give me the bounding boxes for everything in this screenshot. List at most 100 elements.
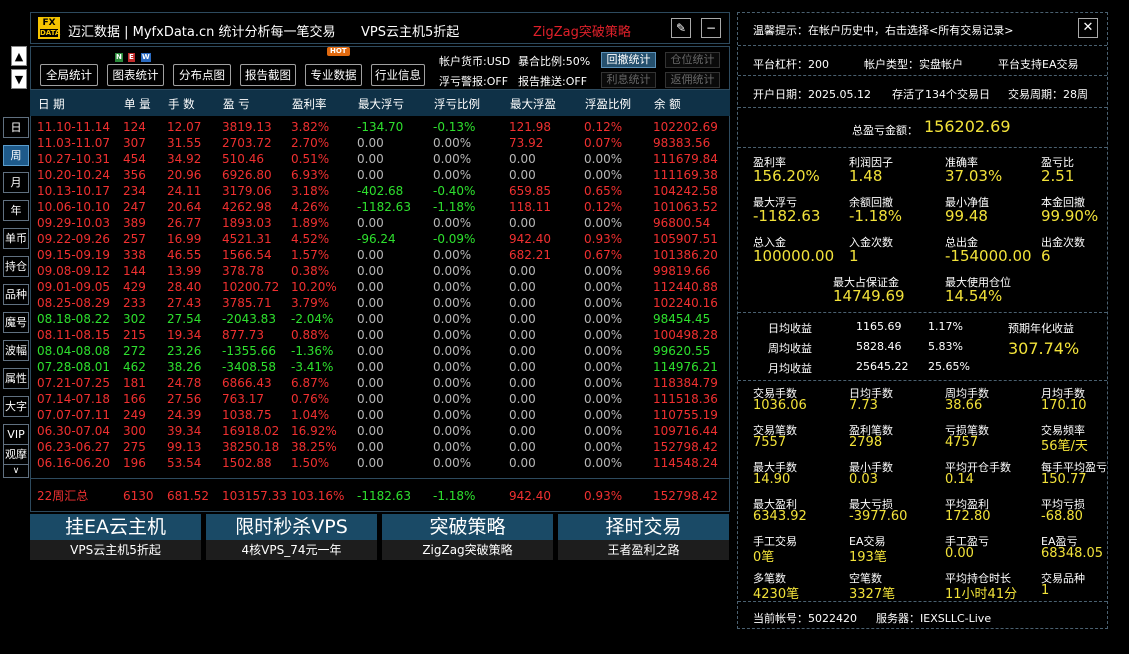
scatter-plot-button[interactable]: 分布点图 xyxy=(173,64,231,86)
table-row[interactable]: 06.16-06.20 196 53.54 1502.88 1.50% 0.00 0.00%… xyxy=(31,455,731,471)
table-cell: 09.08-09.12 xyxy=(37,264,111,278)
stat-value: 14.90 xyxy=(753,472,791,487)
side-btn-4[interactable]: 单币 xyxy=(3,228,29,249)
close-icon[interactable]: ✕ xyxy=(1078,18,1098,38)
column-header[interactable]: 浮亏比例 xyxy=(434,96,480,112)
table-cell: 111518.36 xyxy=(653,392,718,406)
vps-host-ad[interactable]: 挂EA云主机 VPS云主机5折起 xyxy=(30,514,201,560)
table-row[interactable]: 07.14-07.18 166 27.56 763.17 0.76% 0.00 0.00% 0… xyxy=(31,391,731,407)
table-cell: 0.00% xyxy=(584,216,623,230)
column-header[interactable]: 余 额 xyxy=(654,96,681,112)
stat-value: 3327笔 xyxy=(849,587,896,602)
ad-title[interactable]: 限时秒杀VPS xyxy=(206,514,377,540)
stat-value: 1036.06 xyxy=(753,398,807,413)
table-cell: 09.29-10.03 xyxy=(37,216,111,230)
side-more-button[interactable]: ∨ xyxy=(3,464,29,478)
column-header[interactable]: 盈 亏 xyxy=(223,96,250,112)
table-row[interactable]: 08.18-08.22 302 27.54 -2043.83 -2.04% 0.00 0.0… xyxy=(31,311,731,327)
table-cell: 682.21 xyxy=(509,248,551,262)
ad-subtitle[interactable]: ZigZag突破策略 xyxy=(382,540,553,560)
drawdown-stats-button[interactable]: 回撤统计 xyxy=(601,52,656,68)
table-cell: 98454.45 xyxy=(653,312,711,326)
table-cell: 0.00 xyxy=(357,392,384,406)
side-btn-8[interactable]: 波幅 xyxy=(3,340,29,361)
side-btn-3[interactable]: 年 xyxy=(3,200,29,221)
edit-icon[interactable]: ✎ xyxy=(671,18,691,38)
table-cell: 19.34 xyxy=(167,328,202,342)
pro-data-button[interactable]: 专业数据 xyxy=(305,64,362,86)
ad-title[interactable]: 择时交易 xyxy=(558,514,729,540)
ad-title[interactable]: 挂EA云主机 xyxy=(30,514,201,540)
table-row[interactable]: 10.27-10.31 454 34.92 510.46 0.51% 0.00 0.00% 0… xyxy=(31,151,731,167)
ad-subtitle[interactable]: 王者盈利之路 xyxy=(558,540,729,560)
side-btn-12[interactable]: 观摩 xyxy=(3,444,29,465)
table-cell: 1.04% xyxy=(291,408,330,422)
table-row[interactable]: 09.22-09.26 257 16.99 4521.31 4.52% -96.24 -0.… xyxy=(31,231,731,247)
position-stats-button[interactable]: 仓位统计 xyxy=(665,52,720,68)
global-stats-button[interactable]: 全局统计 xyxy=(40,64,98,86)
table-row[interactable]: 10.13-10.17 234 24.11 3179.06 3.18% -402.68 -0… xyxy=(31,183,731,199)
table-row[interactable]: 11.03-11.07 307 31.55 2703.72 2.70% 0.00 0.00%… xyxy=(31,135,731,151)
table-row[interactable]: 11.10-11.14 124 12.07 3819.13 3.82% -134.70 -0… xyxy=(31,119,731,135)
chart-stats-button[interactable]: 图表统计 xyxy=(107,64,164,86)
rebate-stats-button[interactable]: 返佣统计 xyxy=(665,72,720,88)
table-cell: 307 xyxy=(123,136,146,150)
table-cell: 0.93% xyxy=(584,232,623,246)
table-row[interactable]: 10.20-10.24 356 20.96 6926.80 6.93% 0.00 0.00%… xyxy=(31,167,731,183)
table-row[interactable]: 09.01-09.05 429 28.40 10200.72 10.20% 0.00 0.0… xyxy=(31,279,731,295)
return-amount: 1165.69 xyxy=(856,320,902,333)
side-btn-2[interactable]: 月 xyxy=(3,172,29,193)
side-btn-0[interactable]: 日 xyxy=(3,117,29,138)
main-window: FX DATA 迈汇数据 | MyfxData.cn 统计分析每一笔交易 VPS… xyxy=(30,12,730,560)
table-row[interactable]: 08.25-08.29 233 27.43 3785.71 3.79% 0.00 0.00%… xyxy=(31,295,731,311)
table-row[interactable]: 08.04-08.08 272 23.26 -1355.66 -1.36% 0.00 0.0… xyxy=(31,343,731,359)
return-label: 日均收益 xyxy=(768,322,812,335)
table-cell: 27.43 xyxy=(167,296,202,310)
vps-promo-link[interactable]: VPS云主机5折起 xyxy=(361,21,459,40)
side-btn-5[interactable]: 持仓 xyxy=(3,256,29,277)
ad-subtitle[interactable]: 4核VPS_74元一年 xyxy=(206,540,377,560)
ad-title[interactable]: 突破策略 xyxy=(382,514,553,540)
table-row[interactable]: 09.15-09.19 338 46.55 1566.54 1.57% 0.00 0.00%… xyxy=(31,247,731,263)
table-cell: 0.00 xyxy=(509,408,536,422)
table-row[interactable]: 08.11-08.15 215 19.34 877.73 0.88% 0.00 0.00% 0… xyxy=(31,327,731,343)
flash-sale-vps-ad[interactable]: 限时秒杀VPS 4核VPS_74元一年 xyxy=(206,514,377,560)
exposure-ratio: 暴合比例:50% xyxy=(518,55,591,68)
table-cell: 338 xyxy=(123,248,146,262)
margin-value: 14.54% xyxy=(945,287,1003,305)
breakout-strategy-ad[interactable]: 突破策略 ZigZag突破策略 xyxy=(382,514,553,560)
table-cell: 0.00% xyxy=(584,408,623,422)
scroll-down-button[interactable]: ▼ xyxy=(11,69,27,89)
zigzag-promo-link[interactable]: ZigZag突破策略 xyxy=(533,21,631,40)
side-btn-7[interactable]: 魔号 xyxy=(3,312,29,333)
column-header[interactable]: 日 期 xyxy=(38,96,65,112)
table-row[interactable]: 10.06-10.10 247 20.64 4262.98 4.26% -1182.63 -… xyxy=(31,199,731,215)
column-header[interactable]: 盈利率 xyxy=(292,96,327,112)
column-header[interactable]: 浮盈比例 xyxy=(585,96,631,112)
interest-stats-button[interactable]: 利息统计 xyxy=(601,72,656,88)
table-row[interactable]: 06.23-06.27 275 99.13 38250.18 38.25% 0.00 0.0… xyxy=(31,439,731,455)
table-row[interactable]: 07.28-08.01 462 38.26 -3408.58 -3.41% 0.00 0.0… xyxy=(31,359,731,375)
scroll-up-button[interactable]: ▲ xyxy=(11,46,27,66)
side-btn-9[interactable]: 属性 xyxy=(3,368,29,389)
weekly-table-body: 11.10-11.14 124 12.07 3819.13 3.82% -134.70 -0… xyxy=(30,116,730,478)
side-btn-10[interactable]: 大字 xyxy=(3,396,29,417)
column-header[interactable]: 单 量 xyxy=(124,96,151,112)
table-row[interactable]: 07.21-07.25 181 24.78 6866.43 6.87% 0.00 0.00%… xyxy=(31,375,731,391)
side-btn-6[interactable]: 品种 xyxy=(3,284,29,305)
return-amount: 25645.22 xyxy=(856,360,909,373)
column-header[interactable]: 最大浮盈 xyxy=(510,96,556,112)
report-screenshot-button[interactable]: 报告截图 xyxy=(240,64,296,86)
column-header[interactable]: 最大浮亏 xyxy=(358,96,404,112)
side-btn-1[interactable]: 周 xyxy=(3,145,29,166)
minimize-icon[interactable]: − xyxy=(701,18,721,38)
industry-info-button[interactable]: 行业信息 xyxy=(371,64,425,86)
column-header[interactable]: 手 数 xyxy=(168,96,195,112)
table-row[interactable]: 09.08-09.12 144 13.99 378.78 0.38% 0.00 0.00% 0… xyxy=(31,263,731,279)
table-row[interactable]: 06.30-07.04 300 39.34 16918.02 16.92% 0.00 0.0… xyxy=(31,423,731,439)
table-row[interactable]: 07.07-07.11 249 24.39 1038.75 1.04% 0.00 0.00%… xyxy=(31,407,731,423)
side-btn-11[interactable]: VIP xyxy=(3,424,29,445)
timing-trade-ad[interactable]: 择时交易 王者盈利之路 xyxy=(558,514,729,560)
table-row[interactable]: 09.29-10.03 389 26.77 1893.03 1.89% 0.00 0.00%… xyxy=(31,215,731,231)
ad-subtitle[interactable]: VPS云主机5折起 xyxy=(30,540,201,560)
